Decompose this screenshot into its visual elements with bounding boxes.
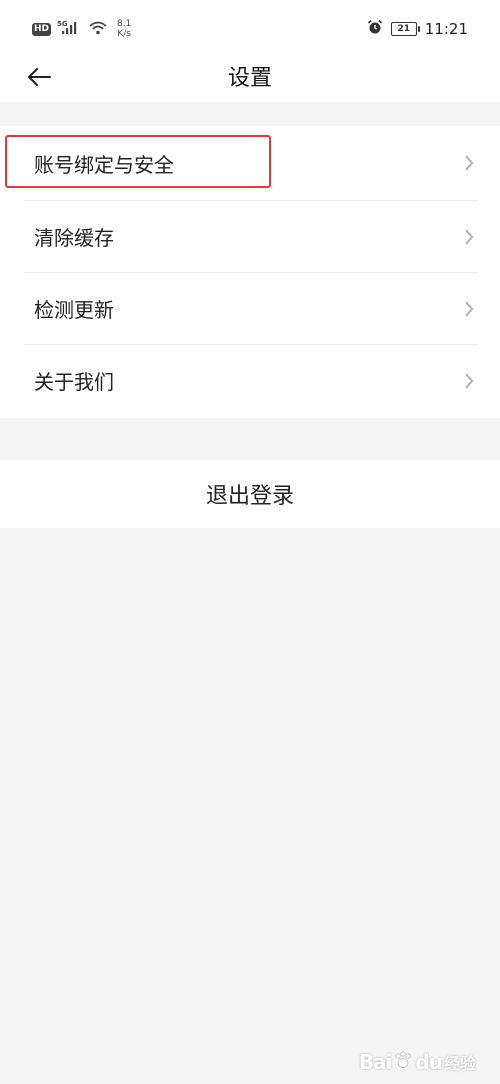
- network-speed: 8.1 K/s: [117, 19, 131, 39]
- status-bar: HD 5G 8.1 K/s 21 11:21: [0, 0, 500, 56]
- chevron-right-icon: [464, 300, 474, 317]
- menu-item-label: 检测更新: [34, 298, 114, 322]
- menu-item-about-us[interactable]: 关于我们: [24, 344, 478, 416]
- wifi-icon: [89, 20, 107, 39]
- menu-item-label: 关于我们: [34, 370, 114, 394]
- watermark-brand: Bai: [358, 1050, 393, 1074]
- network-type: 5G: [57, 20, 68, 28]
- chevron-right-icon: [464, 228, 474, 245]
- signal-icon: 5G: [57, 19, 83, 39]
- hd-badge: HD: [32, 22, 52, 36]
- status-right: 21 11:21: [367, 18, 468, 40]
- watermark-brand-tail: du: [415, 1050, 443, 1074]
- page-title: 设置: [227, 66, 272, 91]
- settings-menu: 账号绑定与安全 清除缓存 检测更新 关于我们: [0, 126, 500, 418]
- status-left: HD 5G 8.1 K/s: [32, 18, 131, 40]
- alarm-icon: [367, 19, 383, 39]
- speed-value: 8.1: [117, 19, 132, 29]
- logout-label: 退出登录: [205, 484, 294, 509]
- chevron-right-icon: [464, 372, 474, 389]
- logout-button[interactable]: 退出登录: [0, 460, 500, 528]
- watermark-sub: 经验: [443, 1054, 476, 1073]
- menu-item-label: 账号绑定与安全: [34, 152, 174, 177]
- menu-item-clear-cache[interactable]: 清除缓存: [24, 200, 478, 272]
- speed-unit: K/s: [117, 29, 131, 39]
- battery-indicator: 21: [390, 22, 420, 36]
- menu-item-account-security[interactable]: 账号绑定与安全: [24, 126, 478, 200]
- menu-item-label: 清除缓存: [34, 226, 114, 250]
- clock: 11:21: [424, 20, 468, 38]
- chevron-right-icon: [464, 155, 474, 171]
- menu-item-check-update[interactable]: 检测更新: [24, 272, 478, 344]
- paw-icon: [393, 1050, 413, 1074]
- baidu-watermark: Bai du 经验: [359, 1050, 476, 1074]
- app-header: 设置: [0, 56, 500, 102]
